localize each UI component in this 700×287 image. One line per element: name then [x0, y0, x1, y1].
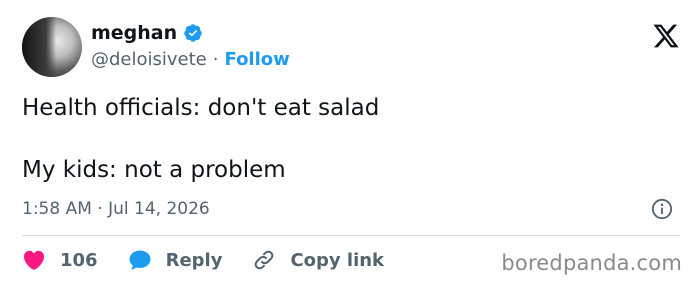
- divider: [22, 235, 680, 236]
- author-name-row: meghan: [91, 22, 203, 44]
- link-icon: [255, 250, 274, 270]
- follow-button[interactable]: Follow: [225, 49, 290, 70]
- author-handle[interactable]: @deloisivete: [91, 49, 207, 70]
- separator-dot: ·: [212, 49, 219, 70]
- verified-badge-icon: [184, 24, 202, 42]
- avatar-hair-shape: [22, 17, 56, 77]
- like-count: 106: [60, 249, 98, 271]
- like-button[interactable]: 106: [22, 248, 98, 272]
- reply-label: Reply: [165, 249, 223, 271]
- copy-link-label: Copy link: [290, 249, 385, 271]
- copy-link-button[interactable]: Copy link: [252, 248, 384, 272]
- x-logo-icon[interactable]: [652, 22, 680, 50]
- heart-icon: [23, 250, 45, 270]
- author-name[interactable]: meghan: [91, 22, 177, 44]
- reply-bubble-icon: [129, 250, 151, 270]
- tweet-timestamp[interactable]: 1:58 AM · Jul 14, 2026: [22, 199, 210, 219]
- handle-row: @deloisivete · Follow: [91, 49, 290, 70]
- info-icon[interactable]: [651, 198, 673, 220]
- reply-button[interactable]: Reply: [128, 248, 223, 272]
- avatar[interactable]: [22, 17, 82, 77]
- action-bar: 106 Reply Copy link: [22, 248, 414, 272]
- tweet-text-line-2: My kids: not a problem: [22, 157, 286, 183]
- watermark-text: boredpanda.com: [501, 251, 682, 275]
- tweet-text-line-1: Health officials: don't eat salad: [22, 95, 380, 121]
